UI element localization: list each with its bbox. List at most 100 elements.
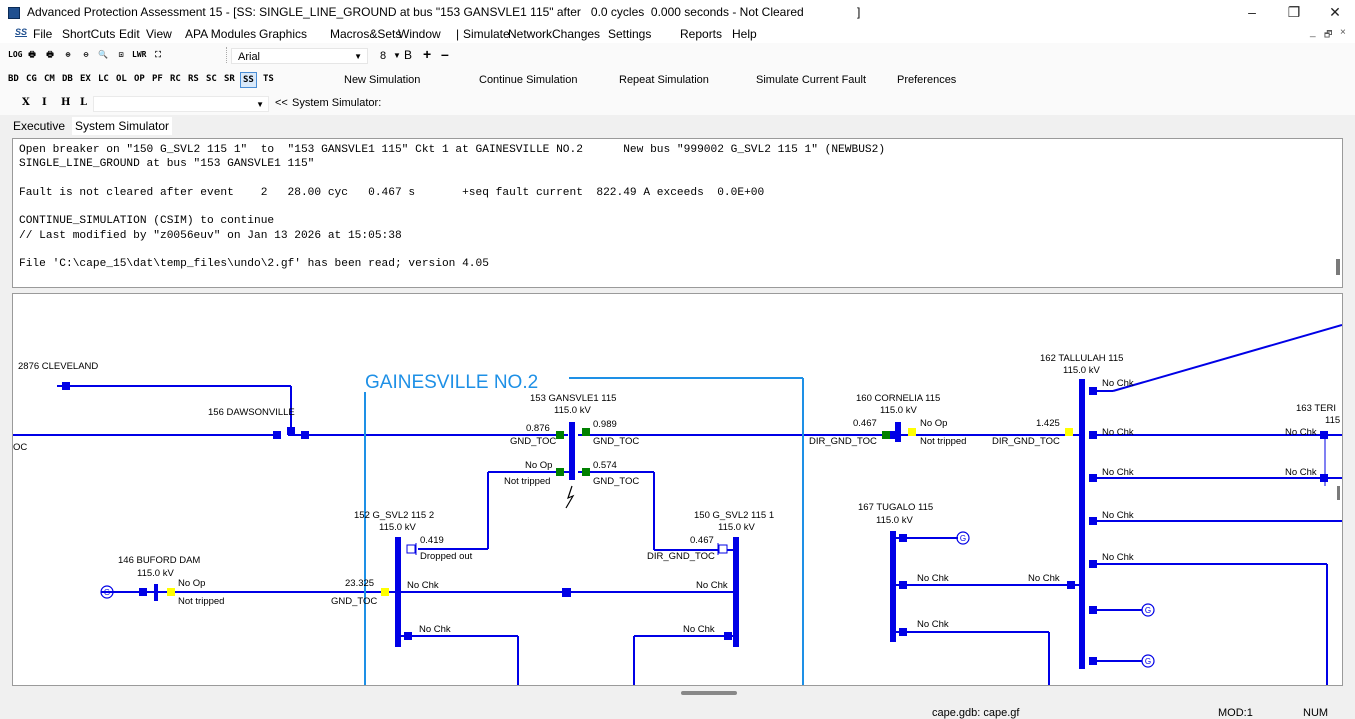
command-button-x[interactable]: X (22, 97, 30, 108)
module-button-cm[interactable]: CM (44, 74, 55, 84)
breaker-gansvle1-se[interactable] (582, 468, 590, 476)
breaker-tallulah-tugalo[interactable] (1067, 581, 1075, 589)
module-button-ex[interactable]: EX (80, 74, 91, 84)
doc-icon[interactable]: SS (15, 27, 29, 39)
menu-file[interactable]: File (33, 27, 52, 41)
menu-help[interactable]: Help (732, 27, 757, 41)
preferences-button[interactable]: Preferences (897, 74, 956, 86)
module-button-rc[interactable]: RC (170, 74, 181, 84)
breaker-tallulah-4[interactable] (1089, 517, 1097, 525)
tab-system-simulator[interactable]: System Simulator (72, 117, 173, 135)
repeat-simulation-button[interactable]: Repeat Simulation (619, 74, 709, 86)
app-icon[interactable] (8, 7, 20, 19)
breaker-cornelia-e[interactable] (908, 428, 916, 436)
module-button-sr[interactable]: SR (224, 74, 235, 84)
breaker-bus-tie[interactable] (562, 588, 571, 597)
font-size-select[interactable]: 8 ▼ (374, 48, 401, 64)
breaker-tallulah-2[interactable] (1089, 431, 1097, 439)
breaker-gsvl2-2-south[interactable] (404, 632, 412, 640)
mdi-minimize-button[interactable]: _ (1310, 27, 1316, 38)
breaker-gsvl2-1-south[interactable] (724, 632, 732, 640)
close-button[interactable]: ✕ (1315, 2, 1355, 22)
menu-window[interactable]: Window (398, 27, 441, 41)
fault-icon[interactable] (565, 485, 575, 509)
module-button-op[interactable]: OP (134, 74, 145, 84)
menu-settings[interactable]: Settings (608, 27, 651, 41)
breaker-teri-1[interactable] (1320, 431, 1328, 439)
command-select[interactable]: ▼ (93, 96, 269, 112)
module-button-pf[interactable]: PF (152, 74, 163, 84)
minimize-button[interactable]: – (1232, 2, 1272, 22)
breaker-dawsonville-w[interactable] (273, 431, 281, 439)
zoom-in-icon[interactable]: ⊕ (61, 49, 75, 61)
module-button-rs[interactable]: RS (188, 74, 199, 84)
font-increase-button[interactable]: + (423, 46, 431, 62)
pan-icon[interactable]: ⛶ (151, 49, 165, 61)
breaker-tugalo-south[interactable] (899, 628, 907, 636)
mdi-restore-button[interactable]: 🗗 (1324, 27, 1332, 43)
menu-edit[interactable]: Edit (119, 27, 140, 41)
lwr-icon[interactable]: LWR (132, 49, 146, 61)
new-simulation-button[interactable]: New Simulation (344, 74, 420, 86)
breaker-gansvle1-w[interactable] (556, 431, 564, 439)
breaker-dawsonville-n[interactable] (287, 427, 295, 435)
pane-splitter-handle[interactable] (681, 691, 737, 695)
breaker-tallulah-cornelia[interactable] (1065, 428, 1073, 436)
breaker-tugalo-east[interactable] (899, 581, 907, 589)
zoom-window-icon[interactable]: ⊡ (114, 49, 128, 61)
breaker-tallulah-3[interactable] (1089, 474, 1097, 482)
menu-reports[interactable]: Reports (680, 27, 722, 41)
mdi-close-button[interactable]: × (1340, 27, 1346, 38)
menu-graphics[interactable]: Graphics (259, 27, 307, 41)
menu-networkchanges[interactable]: NetworkChanges (508, 27, 600, 41)
breaker-tallulah-5[interactable] (1089, 560, 1097, 568)
breaker-dawsonville-e[interactable] (301, 431, 309, 439)
breaker-tugalo-gen[interactable] (899, 534, 907, 542)
module-button-ts[interactable]: TS (263, 74, 274, 84)
back-button[interactable]: << (275, 97, 288, 109)
tab-executive[interactable]: Executive (10, 119, 68, 133)
one-line-diagram[interactable]: G G G G GAINESVILLE NO.2 2876 CLEVELAND … (12, 293, 1343, 686)
menu-macros-sets[interactable]: Macros&Sets (330, 27, 401, 41)
console-output[interactable]: Open breaker on "150 G_SVL2 115 1" to "1… (12, 138, 1343, 288)
menu-apa-modules[interactable]: APA Modules (185, 27, 256, 41)
breaker-tallulah-7[interactable] (1089, 657, 1097, 665)
breaker-buford[interactable] (139, 588, 147, 596)
command-button-h[interactable]: H (61, 97, 70, 108)
breaker-gsvl2-1-open[interactable] (718, 544, 728, 554)
menu-shortcuts[interactable]: ShortCuts (62, 27, 115, 41)
breaker-gsvl2-2-open[interactable] (406, 544, 416, 554)
breaker-gansvle1-sw[interactable] (556, 468, 564, 476)
breaker-tallulah-1[interactable] (1089, 387, 1097, 395)
breaker-cornelia-green[interactable] (882, 431, 890, 439)
menu-simulate[interactable]: Simulate (463, 27, 510, 41)
restore-button[interactable]: ❐ (1274, 2, 1314, 22)
command-button-l[interactable]: L (80, 97, 87, 108)
print-icon[interactable]: 🖶 (25, 49, 39, 61)
simulate-current-fault-button[interactable]: Simulate Current Fault (756, 74, 866, 86)
breaker-cleveland[interactable] (62, 382, 70, 390)
log-icon[interactable]: LOG (8, 49, 22, 61)
breaker-gansvle1-e[interactable] (582, 428, 590, 436)
breaker-gsvl2-2-w[interactable] (381, 588, 389, 596)
zoom-fit-icon[interactable]: 🔍 (96, 49, 110, 61)
module-button-ss[interactable]: SS (240, 72, 257, 88)
module-button-lc[interactable]: LC (98, 74, 109, 84)
module-button-db[interactable]: DB (62, 74, 73, 84)
font-name-select[interactable]: Arial ▼ (231, 48, 368, 64)
continue-simulation-button[interactable]: Continue Simulation (479, 74, 577, 86)
console-scrollbar[interactable] (1336, 259, 1340, 275)
breaker-teri-2[interactable] (1320, 474, 1328, 482)
print-preview-icon[interactable]: 🖶 (43, 49, 57, 61)
command-button-i[interactable]: I (42, 97, 47, 108)
menu-view[interactable]: View (146, 27, 172, 41)
breaker-tallulah-6[interactable] (1089, 606, 1097, 614)
module-button-bd[interactable]: BD (8, 74, 19, 84)
module-button-cg[interactable]: CG (26, 74, 37, 84)
bold-button[interactable]: B (404, 48, 412, 62)
diagram-scrollbar[interactable] (1337, 486, 1340, 500)
module-button-ol[interactable]: OL (116, 74, 127, 84)
module-button-sc[interactable]: SC (206, 74, 217, 84)
zoom-out-icon[interactable]: ⊖ (79, 49, 93, 61)
breaker-buford-e[interactable] (167, 588, 175, 596)
